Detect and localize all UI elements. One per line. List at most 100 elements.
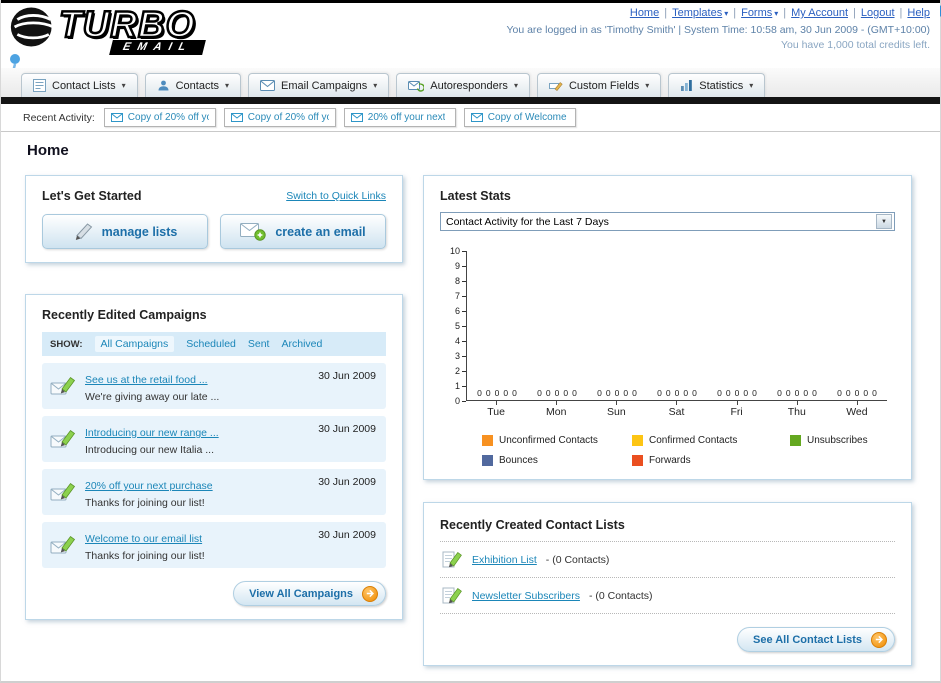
logo-secondary-text: EMAIL	[109, 40, 207, 55]
dropdown-arrow-icon[interactable]: ▼	[876, 214, 892, 229]
legend-item-forwards: Forwards	[632, 455, 790, 466]
chart-value-label: 0	[512, 388, 517, 398]
chart-value-label: 0	[503, 388, 509, 398]
see-all-contact-lists-button[interactable]: See All Contact Lists	[736, 627, 895, 652]
campaign-tab-sent[interactable]: Sent	[248, 338, 270, 350]
switch-quick-links-link[interactable]: Switch to Quick Links	[286, 190, 386, 202]
x-axis-label-fri: Fri	[707, 401, 767, 418]
nav-tab-contact-lists[interactable]: Contact Lists ▾	[21, 73, 138, 97]
view-all-campaigns-button[interactable]: View All Campaigns	[233, 581, 386, 606]
campaign-title-link[interactable]: Introducing our new range ...	[85, 427, 219, 439]
pencil-icon	[73, 222, 93, 241]
top-link-help[interactable]: Help	[907, 7, 930, 19]
chart-value-label: 0	[803, 388, 809, 398]
top-link-forms[interactable]: Forms	[741, 7, 772, 19]
recent-activity-item[interactable]: 20% off your next	[343, 108, 456, 127]
left-column: Let's Get Started Switch to Quick Links …	[25, 175, 403, 620]
legend-swatch	[790, 435, 801, 446]
show-label: SHOW:	[50, 338, 83, 350]
top-link-templates[interactable]: Templates	[672, 7, 722, 19]
campaign-list-item: See us at the retail food ... We're givin…	[42, 363, 386, 409]
campaign-date: 30 Jun 2009	[318, 423, 376, 435]
nav-divider-bar	[1, 97, 940, 104]
chart-value-label: 0	[837, 388, 842, 398]
recent-activity-item[interactable]: Copy of 20% off yo	[103, 108, 216, 127]
manage-lists-button[interactable]: manage lists	[42, 214, 208, 249]
x-axis-label-wed: Wed	[827, 401, 887, 418]
campaign-date: 30 Jun 2009	[318, 370, 376, 382]
x-axis-label-mon: Mon	[526, 401, 586, 418]
envelope-small-icon	[350, 113, 363, 122]
nav-tab-label: Contacts	[175, 79, 220, 92]
view-all-campaigns-label: View All Campaigns	[249, 587, 353, 600]
stats-period-value: Contact Activity for the Last 7 Days	[446, 215, 609, 228]
chart-value-label: 0	[623, 388, 629, 398]
header-meta: Home | Templates ▾ | Forms ▾ | My Account | Logout…	[506, 7, 930, 51]
legend-swatch	[482, 455, 493, 466]
chart-value-label: 0	[572, 388, 577, 398]
campaign-tab-archived[interactable]: Archived	[281, 338, 322, 350]
campaign-title-link[interactable]: 20% off your next purchase	[85, 480, 213, 492]
legend-swatch	[632, 455, 643, 466]
app-logo[interactable]: TURBO EMAIL	[9, 3, 207, 55]
right-column: Latest Stats Contact Activity for the La…	[423, 175, 912, 666]
envelope-pencil-icon	[50, 422, 76, 456]
envelope-pencil-icon	[50, 475, 76, 509]
arrow-right-icon	[871, 631, 887, 648]
campaign-title-link[interactable]: Welcome to our email list	[85, 533, 202, 545]
nav-tab-statistics[interactable]: Statistics ▾	[668, 73, 766, 97]
page-title: Home	[27, 142, 69, 159]
contacts-icon	[157, 79, 170, 92]
contact-list-name-link[interactable]: Exhibition List	[472, 554, 537, 566]
latest-stats-panel: Latest Stats Contact Activity for the La…	[423, 175, 912, 480]
top-link-home[interactable]: Home	[630, 7, 659, 19]
chart-value-label: 0	[657, 388, 662, 398]
recent-activity-item-label: 20% off your next	[367, 112, 446, 123]
recent-activity-item[interactable]: Copy of Welcome to	[463, 108, 576, 127]
header: TURBO EMAIL Home | Templates ▾ | Forms ▾ | My Ac…	[1, 3, 940, 120]
custom-fields-icon	[548, 80, 563, 92]
campaign-date: 30 Jun 2009	[318, 476, 376, 488]
nav-tab-custom-fields[interactable]: Custom Fields ▾	[536, 73, 662, 97]
recent-activity-bar: Recent Activity: Copy of 20% off yo Copy …	[1, 104, 940, 132]
campaign-title-link[interactable]: See us at the retail food ...	[85, 374, 208, 386]
caret-down-icon: ▾	[225, 81, 230, 90]
caret-down-icon: ▾	[774, 9, 779, 18]
recent-activity-item[interactable]: Copy of 20% off yo	[223, 108, 336, 127]
recent-activity-item-label: Copy of 20% off yo	[247, 112, 329, 123]
logo-swoosh-icon	[10, 7, 55, 47]
envelope-plus-icon	[240, 222, 267, 241]
contact-lists-icon	[33, 79, 46, 92]
stats-period-select[interactable]: Contact Activity for the Last 7 Days ▼	[440, 212, 895, 231]
chart-value-label: 0	[554, 388, 560, 398]
chart-value-label: 0	[674, 388, 680, 398]
top-link-logout[interactable]: Logout	[861, 7, 895, 19]
chart-value-label: 0	[717, 388, 722, 398]
campaign-subtitle: Introducing our new Italia ...	[85, 444, 214, 456]
create-email-button[interactable]: create an email	[220, 214, 386, 249]
recent-contact-lists-title: Recently Created Contact Lists	[440, 518, 625, 532]
campaign-subtitle: Thanks for joining our list!	[85, 550, 205, 562]
legend-swatch	[482, 435, 493, 446]
legend-item-bounces: Bounces	[482, 455, 632, 466]
chart-value-label: 0	[752, 388, 757, 398]
nav-tab-label: Custom Fields	[568, 79, 640, 92]
campaign-tab-scheduled[interactable]: Scheduled	[186, 338, 236, 350]
chart-value-label: 0	[725, 388, 731, 398]
recent-contact-lists-panel: Recently Created Contact Lists Exhibitio…	[423, 502, 912, 666]
nav-tab-email-campaigns[interactable]: Email Campaigns ▾	[248, 73, 390, 97]
nav-tab-autoresponders[interactable]: Autoresponders ▾	[396, 73, 530, 97]
campaign-tab-all-campaigns[interactable]: All Campaigns	[94, 336, 175, 352]
legend-label: Bounces	[499, 455, 538, 466]
x-axis-label-sun: Sun	[586, 401, 646, 418]
separator: |	[733, 7, 737, 19]
top-link-my-account[interactable]: My Account	[791, 7, 848, 19]
chart-y-axis: 10 9 8 7 6 5 4 3 2 1 0	[440, 247, 466, 406]
nav-tab-contacts[interactable]: Contacts ▾	[144, 73, 242, 97]
contact-list-count: - (0 Contacts)	[545, 553, 610, 566]
contact-list-name-link[interactable]: Newsletter Subscribers	[472, 590, 580, 602]
chart-value-label: 0	[692, 388, 697, 398]
list-pencil-icon	[442, 549, 463, 570]
x-axis-label-sat: Sat	[646, 401, 706, 418]
campaign-filter-tabs: SHOW: All Campaigns Scheduled Sent Archived	[42, 332, 386, 356]
